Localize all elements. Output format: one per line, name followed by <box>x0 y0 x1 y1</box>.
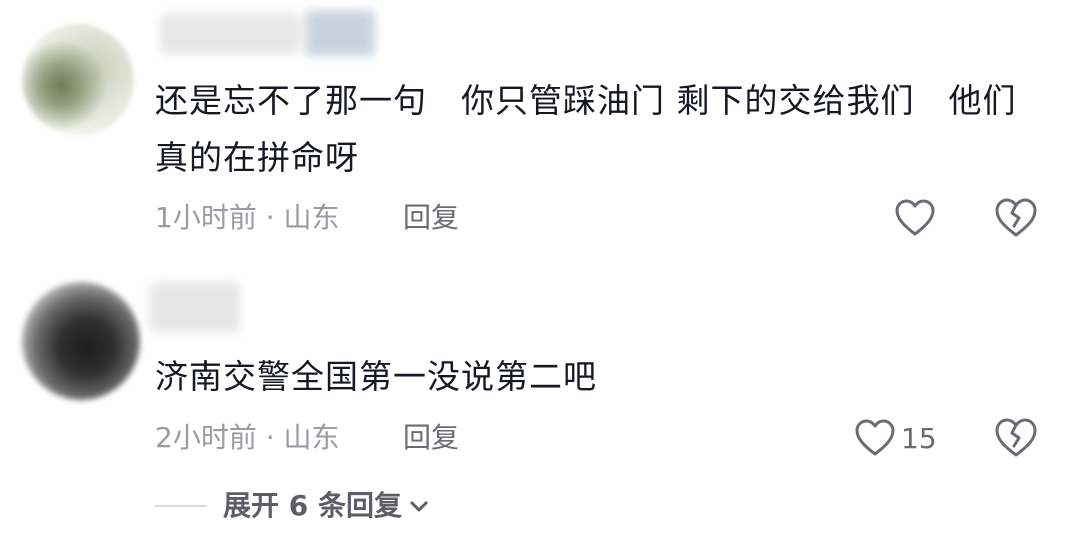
reply-button[interactable]: 回复 <box>403 196 459 240</box>
comment-meta-row: 1小时前 · 山东 回复 <box>155 196 1050 240</box>
avatar[interactable] <box>22 24 134 136</box>
expand-replies-button[interactable]: 展开 6 条回复 <box>155 484 430 528</box>
username-blurred[interactable] <box>160 14 300 54</box>
comment-list: 还是忘不了那一句 你只管踩油门 剩下的交给我们 他们真的在拼命呀 1小时前 · … <box>0 0 1080 559</box>
broken-heart-icon <box>995 198 1037 237</box>
expand-divider-line <box>155 505 207 507</box>
heart-outline-icon <box>855 419 895 456</box>
like-count: 15 <box>901 421 937 455</box>
comment-time-location: 2小时前 · 山东 <box>155 421 340 454</box>
like-button[interactable] <box>895 198 941 238</box>
dislike-button[interactable] <box>995 198 1037 238</box>
comment-text: 济南交警全国第一没说第二吧 <box>155 357 597 396</box>
username-blurred-part <box>305 10 375 56</box>
heart-outline-icon <box>895 199 935 236</box>
expand-replies-label: 展开 6 条回复 <box>223 489 402 522</box>
chevron-down-icon <box>410 501 428 512</box>
dislike-button[interactable] <box>995 418 1037 458</box>
avatar[interactable] <box>22 282 140 400</box>
comment-item: 济南交警全国第一没说第二吧 2小时前 · 山东 回复 15 展开 6 条回复 <box>0 260 1080 559</box>
reply-button[interactable]: 回复 <box>403 416 459 460</box>
username-blurred[interactable] <box>150 282 240 332</box>
like-button[interactable]: 15 <box>855 418 937 458</box>
broken-heart-icon <box>995 418 1037 457</box>
comment-item: 还是忘不了那一句 你只管踩油门 剩下的交给我们 他们真的在拼命呀 1小时前 · … <box>0 0 1080 260</box>
comment-text: 还是忘不了那一句 你只管踩油门 剩下的交给我们 他们真的在拼命呀 <box>155 81 1017 177</box>
comment-meta-row: 2小时前 · 山东 回复 15 <box>155 416 1050 460</box>
comment-time-location: 1小时前 · 山东 <box>155 201 340 234</box>
